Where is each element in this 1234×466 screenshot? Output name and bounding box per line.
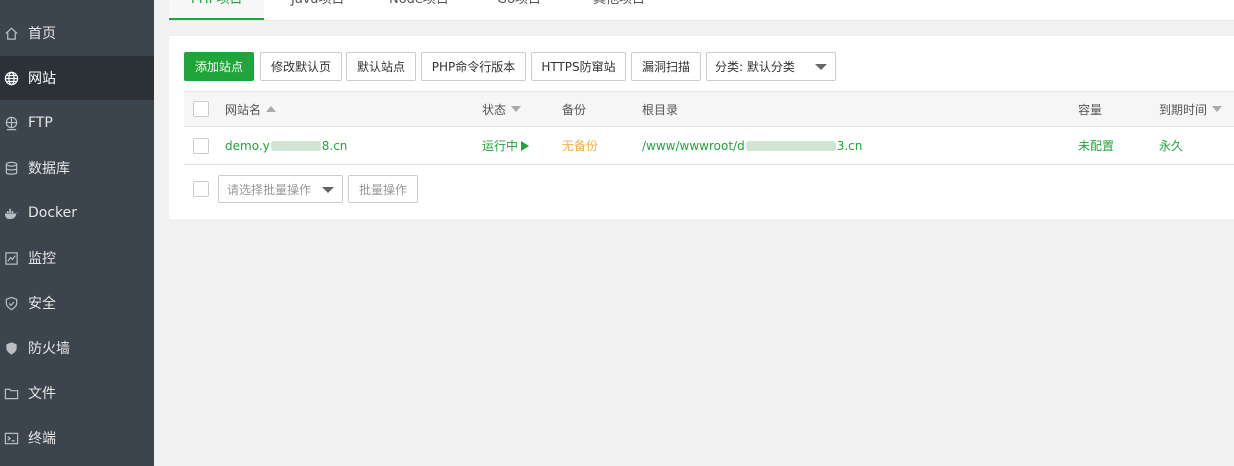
sidebar-item-label: 防火墙 (28, 341, 70, 357)
docker-icon (3, 205, 19, 221)
globe-icon (3, 70, 19, 86)
sort-asc-icon (266, 106, 277, 112)
root-dir-suffix: 3.cn (836, 138, 863, 153)
root-dir-link[interactable]: /www/wwwroot/d 3.cn (642, 127, 862, 164)
col-site-name[interactable]: 网站名 (225, 92, 277, 126)
col-expire[interactable]: 到期时间 (1159, 92, 1223, 126)
edit-default-page-button[interactable]: 修改默认页 (260, 52, 342, 81)
table-row: demo.y 8.cn 运行中 无备份 /www/wwwroot/d 3.cn … (184, 127, 1234, 165)
php-cli-version-button[interactable]: PHP命令行版本 (421, 52, 526, 81)
sidebar-item-label: 监控 (28, 251, 56, 267)
select-all-checkbox[interactable] (193, 92, 209, 126)
project-tabs: PHP项目 Java项目 Node项目 Go项目 其他项目 (169, 0, 1234, 21)
folder-icon (3, 385, 19, 401)
sidebar-item-home[interactable]: 首页 (0, 11, 154, 55)
sidebar-item-security[interactable]: 安全 (0, 281, 154, 325)
firewall-icon (3, 340, 19, 356)
expire-link[interactable]: 永久 (1159, 127, 1183, 164)
sidebar-item-ftp[interactable]: FTP (0, 101, 154, 145)
site-name-suffix: 8.cn (321, 138, 348, 153)
sidebar-item-database[interactable]: 数据库 (0, 146, 154, 190)
tab-other[interactable]: 其他项目 (571, 0, 667, 20)
tab-java[interactable]: Java项目 (269, 0, 366, 20)
col-site-name-label: 网站名 (225, 102, 262, 117)
sidebar-item-label: 终端 (28, 431, 56, 447)
vuln-scan-button[interactable]: 漏洞扫描 (631, 52, 701, 81)
batch-operation-select[interactable]: 请选择批量操作 (218, 175, 343, 203)
tab-node[interactable]: Node项目 (367, 0, 471, 20)
capacity-link[interactable]: 未配置 (1078, 127, 1114, 164)
backup-text: 无备份 (562, 139, 599, 153)
row-checkbox[interactable] (193, 127, 209, 164)
sidebar-item-label: 网站 (28, 71, 56, 87)
sidebar-item-label: 安全 (28, 296, 56, 312)
chevron-down-icon (815, 64, 827, 70)
col-status[interactable]: 状态 (482, 92, 522, 126)
monitor-icon (3, 250, 19, 266)
add-site-button[interactable]: 添加站点 (184, 52, 254, 81)
sidebar-item-monitor[interactable]: 监控 (0, 236, 154, 280)
sidebar-item-label: 数据库 (28, 161, 70, 177)
col-root-dir-label: 根目录 (642, 102, 679, 117)
tab-go[interactable]: Go项目 (475, 0, 563, 20)
play-icon (521, 140, 530, 151)
col-expire-label: 到期时间 (1159, 102, 1208, 117)
status-toggle[interactable]: 运行中 (482, 127, 530, 164)
root-dir-prefix: /www/wwwroot/d (642, 138, 745, 153)
site-panel: 添加站点 修改默认页 默认站点 PHP命令行版本 HTTPS防窜站 漏洞扫描 分… (169, 36, 1234, 219)
ftp-icon (3, 115, 19, 131)
sort-desc-icon (1212, 106, 1223, 112)
sidebar-item-label: 文件 (28, 386, 56, 402)
redacted-text (745, 140, 836, 151)
sidebar-item-files[interactable]: 文件 (0, 371, 154, 415)
tab-php[interactable]: PHP项目 (169, 0, 265, 20)
redacted-text (270, 140, 321, 151)
col-capacity: 容量 (1078, 92, 1102, 126)
col-backup-label: 备份 (562, 102, 587, 117)
home-icon (3, 25, 19, 41)
batch-select-all-checkbox[interactable] (193, 181, 209, 197)
table-header: 网站名 状态 备份 根目录 容量 到期时间 (184, 91, 1234, 127)
database-icon (3, 160, 19, 176)
sidebar-item-firewall[interactable]: 防火墙 (0, 326, 154, 370)
shield-check-icon (3, 295, 19, 311)
col-capacity-label: 容量 (1078, 102, 1103, 117)
expire-text: 永久 (1159, 139, 1184, 153)
sidebar-item-docker[interactable]: Docker (0, 191, 154, 235)
col-backup: 备份 (562, 92, 586, 126)
sidebar-item-label: FTP (28, 115, 53, 131)
site-name-prefix: demo.y (225, 138, 270, 153)
capacity-text: 未配置 (1078, 139, 1115, 153)
batch-select-placeholder: 请选择批量操作 (227, 182, 312, 197)
sort-desc-icon (511, 106, 522, 112)
chevron-down-icon (322, 187, 334, 193)
https-anti-cross-button[interactable]: HTTPS防窜站 (531, 52, 626, 81)
sidebar-item-terminal[interactable]: 终端 (0, 416, 154, 460)
col-root-dir: 根目录 (642, 92, 678, 126)
batch-operation-button[interactable]: 批量操作 (348, 175, 418, 203)
backup-link[interactable]: 无备份 (562, 127, 598, 164)
default-site-button[interactable]: 默认站点 (346, 52, 416, 81)
category-select-value: 分类: 默认分类 (715, 60, 795, 74)
category-select[interactable]: 分类: 默认分类 (706, 52, 836, 81)
sidebar-item-label: Docker (28, 205, 78, 221)
terminal-icon (3, 430, 19, 446)
site-name-link[interactable]: demo.y 8.cn (225, 127, 347, 164)
sidebar-item-label: 首页 (28, 26, 56, 42)
col-status-label: 状态 (482, 102, 507, 117)
sidebar: 首页 网站 FTP 数据库 Docker 监控 安全 防火墙 文件 终端 (0, 0, 154, 466)
sidebar-item-website[interactable]: 网站 (0, 56, 154, 100)
status-text: 运行中 (482, 139, 519, 153)
